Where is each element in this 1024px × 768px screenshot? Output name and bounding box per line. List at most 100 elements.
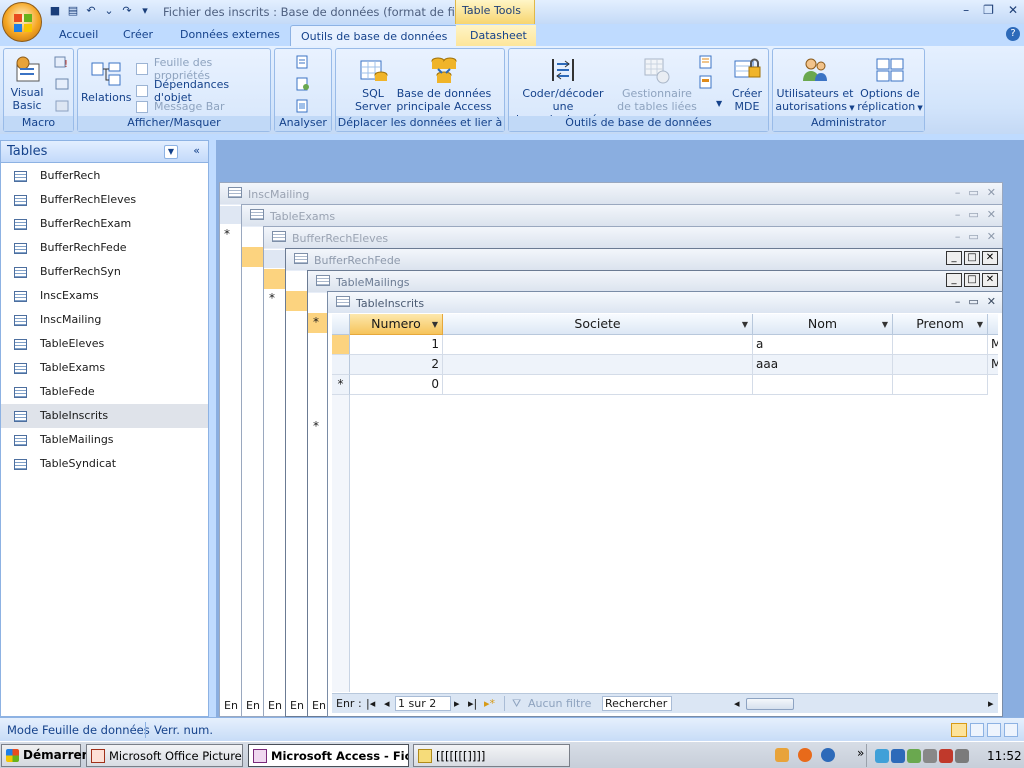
window-title-bar[interactable]: InscMailing – ▭ ✕ xyxy=(220,183,1002,204)
antivirus-icon[interactable] xyxy=(939,749,953,763)
nav-item-bufferrecheleves[interactable]: BufferRechEleves xyxy=(1,188,208,212)
quick-launch-icon[interactable] xyxy=(775,748,789,762)
tab-outils-base-de-donnees[interactable]: Outils de base de données xyxy=(290,25,459,47)
window-title-bar[interactable]: BufferRechEleves – ▭ ✕ xyxy=(264,227,1002,248)
cell-nom-new[interactable] xyxy=(753,375,893,395)
select-all-corner[interactable] xyxy=(220,206,241,224)
security-icon[interactable] xyxy=(907,749,921,763)
nav-item-tableinscrits[interactable]: TableInscrits xyxy=(1,404,208,428)
cell-prenom-new[interactable] xyxy=(893,375,988,395)
close-icon[interactable]: ✕ xyxy=(987,295,996,308)
new-record-selector[interactable]: * xyxy=(332,375,350,395)
window-title-bar[interactable]: BufferRechFede _ □ ✕ xyxy=(286,249,1002,270)
tab-creer[interactable]: Créer xyxy=(123,28,153,41)
window-tableinscrits[interactable]: TableInscrits – ▭ ✕ Numero ▼ Societe ▼ Nom ▼ … xyxy=(327,291,1003,717)
cell-prenom[interactable] xyxy=(893,335,988,355)
tab-datasheet[interactable]: Datasheet xyxy=(456,25,536,47)
select-all-corner[interactable] xyxy=(332,314,350,335)
filter-status[interactable]: Aucun filtre xyxy=(528,697,591,710)
cell-prenom[interactable] xyxy=(893,355,988,375)
cell-nom[interactable]: aaa xyxy=(753,355,893,375)
macro-options-icon[interactable] xyxy=(54,99,70,113)
maximize-icon[interactable]: ▭ xyxy=(968,295,978,308)
creer-mde-button[interactable]: Créer MDE xyxy=(727,55,767,113)
run-macro-icon[interactable]: ! xyxy=(54,55,70,69)
cell-numero[interactable]: 2 xyxy=(350,355,443,375)
nav-item-tableexams[interactable]: TableExams xyxy=(1,356,208,380)
gestionnaire-tables-liees-button[interactable]: Gestionnaire de tables liées xyxy=(617,55,697,113)
next-record-icon[interactable]: ▸ xyxy=(454,697,460,710)
chevron-down-icon[interactable]: ▼ xyxy=(977,315,983,335)
visual-basic-button[interactable]: Visual Basic xyxy=(7,54,47,112)
close-icon[interactable]: ✕ xyxy=(987,230,996,243)
cell-numero[interactable]: 1 xyxy=(350,335,443,355)
cell-societe[interactable] xyxy=(443,335,753,355)
close-icon[interactable]: ✕ xyxy=(987,186,996,199)
nav-item-bufferrech[interactable]: BufferRech xyxy=(1,164,208,188)
minimize-icon[interactable]: – xyxy=(955,230,961,243)
cell-societe-new[interactable] xyxy=(443,375,753,395)
chevron-down-icon[interactable]: ▼ xyxy=(164,145,178,159)
select-all-corner[interactable] xyxy=(264,250,285,268)
restore-icon[interactable]: ❐ xyxy=(983,3,994,17)
firefox-icon[interactable] xyxy=(798,748,812,762)
cell-nom[interactable]: a xyxy=(753,335,893,355)
chevron-down-icon[interactable]: ▼ xyxy=(742,315,748,335)
tray-app-icon[interactable] xyxy=(891,749,905,763)
current-record-selector[interactable] xyxy=(286,291,307,311)
chevron-down-icon[interactable]: ⌄ xyxy=(102,4,116,18)
record-selector[interactable] xyxy=(332,355,350,375)
nav-item-inscexams[interactable]: InscExams xyxy=(1,284,208,308)
first-record-icon[interactable]: |◂ xyxy=(366,697,375,710)
nav-item-tablemailings[interactable]: TableMailings xyxy=(1,428,208,452)
window-title-bar[interactable]: TableExams – ▭ ✕ xyxy=(242,205,1002,226)
analyze-performance-icon[interactable] xyxy=(295,77,311,91)
cell-societe[interactable] xyxy=(443,355,753,375)
maximize-icon[interactable]: ▭ xyxy=(968,230,978,243)
help-icon[interactable]: ? xyxy=(1006,27,1020,41)
database-documenter-icon[interactable] xyxy=(295,55,311,69)
current-record-selector[interactable] xyxy=(264,269,285,289)
start-button[interactable]: Démarrer xyxy=(1,744,88,767)
nav-item-bufferrechfede[interactable]: BufferRechFede xyxy=(1,236,208,260)
filter-icon[interactable]: ⛛ xyxy=(512,697,521,711)
update-icon[interactable] xyxy=(955,749,969,763)
close-icon[interactable]: ✕ xyxy=(987,208,996,221)
chevron-down-icon[interactable]: ▼ xyxy=(716,99,722,108)
analyze-table-icon[interactable] xyxy=(295,99,311,113)
nav-item-tablefede[interactable]: TableFede xyxy=(1,380,208,404)
column-header-numero[interactable]: Numero ▼ xyxy=(350,314,443,335)
relations-button[interactable]: Relations xyxy=(81,59,132,104)
current-record-selector[interactable] xyxy=(242,247,263,267)
minimize-icon[interactable]: – xyxy=(955,186,961,199)
customize-qat-icon[interactable]: ▾ xyxy=(138,4,152,18)
tab-accueil[interactable]: Accueil xyxy=(59,28,98,41)
maximize-icon[interactable]: □ xyxy=(964,273,980,287)
minimize-icon[interactable]: – xyxy=(955,295,961,308)
minimize-icon[interactable]: _ xyxy=(946,251,962,265)
scroll-left-icon[interactable]: ◂ xyxy=(734,697,740,710)
pivot-chart-view-icon[interactable] xyxy=(987,723,1001,737)
column-header-societe[interactable]: Societe ▼ xyxy=(443,314,753,335)
office-button[interactable] xyxy=(2,2,42,42)
nav-item-tableeleves[interactable]: TableEleves xyxy=(1,332,208,356)
column-header-prenom[interactable]: Prenom ▼ xyxy=(893,314,988,335)
window-title-bar[interactable]: TableInscrits – ▭ ✕ xyxy=(328,292,1002,313)
show-more-icon[interactable]: » xyxy=(857,746,864,760)
convert-macro-icon[interactable] xyxy=(54,77,70,91)
switchboard-manager-icon[interactable] xyxy=(698,55,714,69)
print-icon[interactable]: ▤ xyxy=(66,4,80,18)
pivot-table-view-icon[interactable] xyxy=(970,723,984,737)
nav-item-bufferrechexam[interactable]: BufferRechExam xyxy=(1,212,208,236)
maximize-icon[interactable]: ▭ xyxy=(968,186,978,199)
chevron-down-icon[interactable]: ▼ xyxy=(432,315,438,335)
taskbar-folder[interactable]: [[[[[[[]]]] xyxy=(413,744,570,767)
datasheet-view-icon[interactable] xyxy=(951,723,967,737)
close-icon[interactable]: ✕ xyxy=(982,273,998,287)
design-view-icon[interactable] xyxy=(1004,723,1018,737)
save-icon[interactable]: ■ xyxy=(48,4,62,18)
previous-record-icon[interactable]: ◂ xyxy=(384,697,390,710)
new-record-icon[interactable]: ▸* xyxy=(484,697,495,710)
cell-overflow[interactable]: M xyxy=(988,335,998,355)
maximize-icon[interactable]: ▭ xyxy=(968,208,978,221)
